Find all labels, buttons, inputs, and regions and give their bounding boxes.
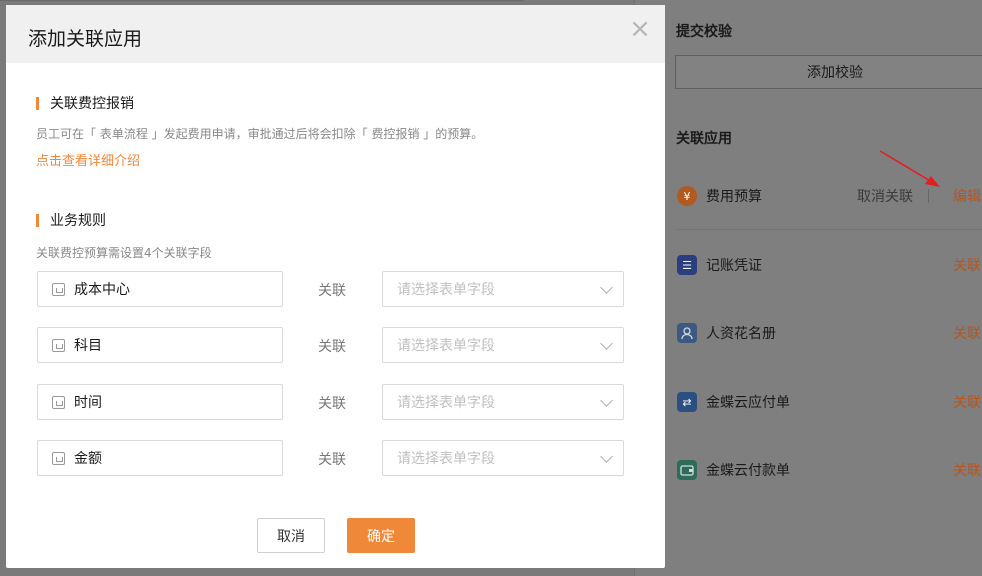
- chevron-down-icon: [600, 394, 613, 407]
- section-marker: [36, 96, 39, 110]
- edit-button[interactable]: 编辑: [953, 186, 981, 206]
- divider: [0, 0, 524, 1]
- app-name: 费用预算: [706, 189, 762, 205]
- section-description: 员工可在「 表单流程 」发起费用申请，审批通过后将会扣除「 费控报销 」的预算。: [36, 127, 484, 141]
- app-name: 记账凭证: [706, 258, 762, 274]
- select-placeholder: 请选择表单字段: [397, 451, 495, 467]
- field-select[interactable]: 请选择表单字段: [382, 271, 624, 307]
- unlink-button[interactable]: 取消关联: [857, 186, 913, 206]
- section-title: 关联费控报销: [50, 96, 134, 112]
- chevron-down-icon: [600, 337, 613, 350]
- chevron-down-icon: [600, 450, 613, 463]
- link-label: 关联: [318, 283, 346, 299]
- app-item-budget: ¥ 费用预算 取消关联 编辑: [675, 176, 982, 216]
- close-icon[interactable]: ×: [629, 16, 651, 42]
- dialog-title: 添加关联应用: [28, 28, 143, 50]
- chevron-down-icon: [600, 281, 613, 294]
- add-related-app-dialog: 添加关联应用 × 关联费控报销 员工可在「 表单流程 」发起费用申请，审批通过后…: [6, 5, 665, 568]
- separator: [928, 189, 929, 203]
- section-expense-control: 关联费控报销 员工可在「 表单流程 」发起费用申请，审批通过后将会扣除「 费控报…: [36, 93, 483, 169]
- transfer-icon: ⇄: [677, 392, 697, 412]
- detail-link[interactable]: 点击查看详细介绍: [36, 150, 483, 169]
- field-row-subject: 科目 关联 请选择表单字段: [37, 327, 627, 363]
- link-button[interactable]: 关联: [953, 460, 981, 480]
- field-select[interactable]: 请选择表单字段: [382, 327, 624, 363]
- field-name: 时间: [74, 395, 102, 411]
- app-name: 金蝶云应付单: [706, 395, 790, 411]
- select-placeholder: 请选择表单字段: [397, 395, 495, 411]
- section-description: 关联费控预算需设置4个关联字段: [36, 246, 212, 260]
- app-item-voucher: ☰ 记账凭证 关联: [675, 245, 982, 285]
- field-row-amount: 金额 关联 请选择表单字段: [37, 440, 627, 476]
- field-name: 金额: [74, 451, 102, 467]
- right-panel: 提交校验 添加校验 关联应用 ¥ 费用预算 取消关联 编辑 ☰ 记账凭证 关联 …: [635, 0, 982, 576]
- app-item-payment: 金蝶云付款单 关联: [675, 450, 982, 490]
- app-item-payable: ⇄ 金蝶云应付单 关联: [675, 382, 982, 422]
- yen-icon: ¥: [677, 186, 697, 206]
- section-title: 业务规则: [50, 213, 106, 229]
- field-box: 金额: [37, 440, 283, 476]
- link-button[interactable]: 关联: [953, 323, 981, 343]
- field-name: 成本中心: [74, 282, 130, 298]
- voucher-icon: ☰: [677, 255, 697, 275]
- confirm-button[interactable]: 确定: [347, 518, 415, 553]
- field-box: 成本中心: [37, 271, 283, 307]
- related-apps-title: 关联应用: [676, 131, 732, 147]
- field-row-time: 时间 关联 请选择表单字段: [37, 384, 627, 420]
- section-marker: [36, 213, 39, 227]
- link-label: 关联: [318, 452, 346, 468]
- dialog-header: 添加关联应用 ×: [6, 5, 665, 63]
- app-item-roster: 人资花名册 关联: [675, 313, 982, 353]
- field-row-cost-center: 成本中心 关联 请选择表单字段: [37, 271, 627, 307]
- field-select[interactable]: 请选择表单字段: [382, 384, 624, 420]
- form-field-icon: [52, 282, 65, 296]
- link-button[interactable]: 关联: [953, 392, 981, 412]
- form-field-icon: [52, 395, 65, 409]
- link-label: 关联: [318, 339, 346, 355]
- field-select[interactable]: 请选择表单字段: [382, 440, 624, 476]
- wallet-icon: [677, 460, 697, 480]
- person-icon: [677, 323, 697, 343]
- field-box: 时间: [37, 384, 283, 420]
- field-name: 科目: [74, 338, 102, 354]
- link-button[interactable]: 关联: [953, 255, 981, 275]
- form-field-icon: [52, 451, 65, 465]
- submit-check-title: 提交校验: [676, 24, 732, 40]
- divider: [675, 229, 982, 230]
- select-placeholder: 请选择表单字段: [397, 282, 495, 298]
- field-box: 科目: [37, 327, 283, 363]
- form-field-icon: [52, 338, 65, 352]
- add-check-button[interactable]: 添加校验: [675, 55, 982, 89]
- app-name: 人资花名册: [706, 326, 776, 342]
- select-placeholder: 请选择表单字段: [397, 338, 495, 354]
- cancel-button[interactable]: 取消: [257, 518, 325, 553]
- app-name: 金蝶云付款单: [706, 463, 790, 479]
- link-label: 关联: [318, 396, 346, 412]
- section-business-rules: 业务规则 关联费控预算需设置4个关联字段: [36, 210, 212, 261]
